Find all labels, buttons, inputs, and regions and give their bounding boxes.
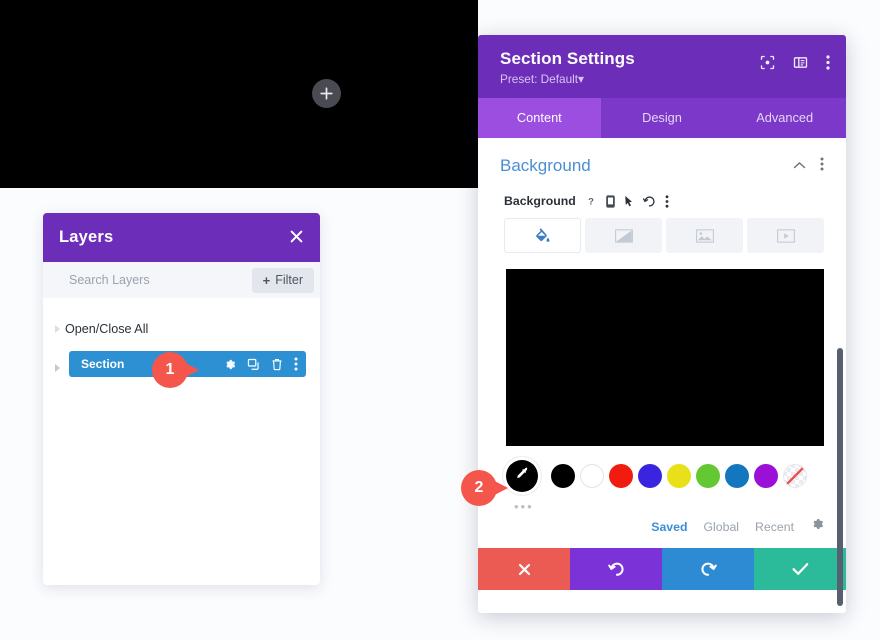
- modal-header-actions: [760, 55, 830, 70]
- help-icon[interactable]: ?: [585, 195, 597, 207]
- chevron-down-icon: ▾: [578, 72, 584, 86]
- swatch-teal-blue[interactable]: [725, 464, 749, 488]
- redo-button[interactable]: [662, 548, 754, 590]
- chevron-right-icon[interactable]: [55, 364, 60, 372]
- background-field-label-row: Background ?: [478, 176, 846, 208]
- layer-label: Section: [81, 357, 125, 371]
- background-type-color[interactable]: [504, 218, 581, 253]
- background-type-tabs: [478, 208, 846, 253]
- step-marker-2: 2: [461, 470, 497, 506]
- add-section-button[interactable]: [312, 79, 341, 108]
- background-type-video[interactable]: [747, 218, 824, 253]
- layer-row-open-close-all[interactable]: Open/Close All: [55, 316, 308, 341]
- layer-row-actions: [223, 357, 306, 371]
- tab-content[interactable]: Content: [478, 98, 601, 138]
- preset-label: Preset: Default: [500, 72, 579, 86]
- gear-icon[interactable]: [810, 517, 824, 536]
- section-header-actions: [793, 157, 824, 176]
- tab-advanced[interactable]: Advanced: [723, 98, 846, 138]
- eyedropper-icon: [515, 466, 530, 486]
- swatch-white[interactable]: [580, 464, 604, 488]
- search-input[interactable]: Search Layers: [69, 273, 150, 287]
- save-button[interactable]: [754, 548, 846, 590]
- swatch-purple[interactable]: [754, 464, 778, 488]
- cancel-button[interactable]: [478, 548, 570, 590]
- background-type-gradient[interactable]: [585, 218, 662, 253]
- image-icon: [695, 228, 714, 243]
- close-icon: [517, 562, 532, 577]
- layers-search-row: Search Layers + Filter: [43, 262, 320, 298]
- swatch-blue[interactable]: [638, 464, 662, 488]
- close-icon[interactable]: [289, 229, 304, 247]
- layers-panel: Layers Search Layers + Filter Open/Close…: [43, 213, 320, 585]
- modal-scrollbar[interactable]: [837, 348, 843, 606]
- swatch-yellow[interactable]: [667, 464, 691, 488]
- swatch-green[interactable]: [696, 464, 720, 488]
- undo-button[interactable]: [570, 548, 662, 590]
- trash-icon[interactable]: [271, 358, 283, 371]
- section-settings-modal: Section Settings Preset: Default▾ Conten…: [478, 35, 846, 613]
- background-section-header: Background: [478, 138, 846, 176]
- background-type-image[interactable]: [666, 218, 743, 253]
- hover-icon[interactable]: [624, 195, 634, 208]
- layer-label: Open/Close All: [65, 321, 149, 336]
- color-preview[interactable]: [506, 269, 824, 446]
- kebab-menu-icon[interactable]: [820, 157, 824, 176]
- step-marker-1: 1: [152, 352, 188, 388]
- chevron-right-icon[interactable]: [55, 324, 60, 333]
- palette-tab-global[interactable]: Global: [703, 520, 739, 534]
- modal-body: Background Background ? ••• Saved Global…: [478, 138, 846, 606]
- color-swatch-row: [506, 446, 846, 492]
- app-root: Layers Search Layers + Filter Open/Close…: [0, 0, 880, 640]
- layers-panel-title: Layers: [59, 228, 114, 246]
- step-marker-2-label: 2: [474, 479, 484, 496]
- responsive-icon[interactable]: [605, 194, 615, 208]
- plus-icon: [320, 87, 333, 100]
- swatch-red[interactable]: [609, 464, 633, 488]
- step-marker-1-label: 1: [165, 361, 175, 378]
- gear-icon[interactable]: [223, 358, 236, 371]
- modal-footer: [478, 548, 846, 590]
- swatch-transparent[interactable]: [783, 464, 807, 488]
- kebab-menu-icon[interactable]: [665, 194, 669, 208]
- modal-header: Section Settings Preset: Default▾: [478, 35, 846, 98]
- layers-panel-header: Layers: [43, 213, 320, 262]
- more-swatches-button[interactable]: •••: [478, 492, 846, 514]
- swatch-black[interactable]: [551, 464, 575, 488]
- field-label: Background: [504, 194, 576, 208]
- palette-tab-recent[interactable]: Recent: [755, 520, 794, 534]
- layout-panel-icon[interactable]: [793, 55, 808, 70]
- check-icon: [792, 562, 809, 576]
- duplicate-icon[interactable]: [247, 358, 260, 371]
- preset-selector[interactable]: Preset: Default▾: [500, 72, 826, 86]
- section-title: Background: [500, 156, 591, 175]
- gradient-icon: [614, 228, 633, 243]
- svg-text:?: ?: [588, 195, 594, 206]
- fullscreen-icon[interactable]: [760, 55, 775, 70]
- swatch-eyedropper[interactable]: [506, 460, 538, 492]
- kebab-menu-icon[interactable]: [294, 357, 298, 371]
- palette-tabs: Saved Global Recent: [651, 517, 824, 536]
- filter-button[interactable]: + Filter: [251, 267, 314, 293]
- undo-icon: [607, 561, 625, 578]
- filter-button-label: Filter: [275, 273, 303, 287]
- plus-icon: +: [262, 272, 271, 288]
- redo-icon: [700, 561, 717, 578]
- paint-bucket-icon: [534, 227, 551, 244]
- modal-tabs: Content Design Advanced: [478, 98, 846, 138]
- page-canvas: [0, 0, 478, 188]
- video-icon: [776, 228, 795, 243]
- chevron-up-icon[interactable]: [793, 157, 806, 175]
- reset-icon[interactable]: [642, 195, 656, 208]
- tab-design[interactable]: Design: [601, 98, 724, 138]
- kebab-menu-icon[interactable]: [826, 55, 830, 70]
- palette-tab-saved[interactable]: Saved: [651, 520, 687, 534]
